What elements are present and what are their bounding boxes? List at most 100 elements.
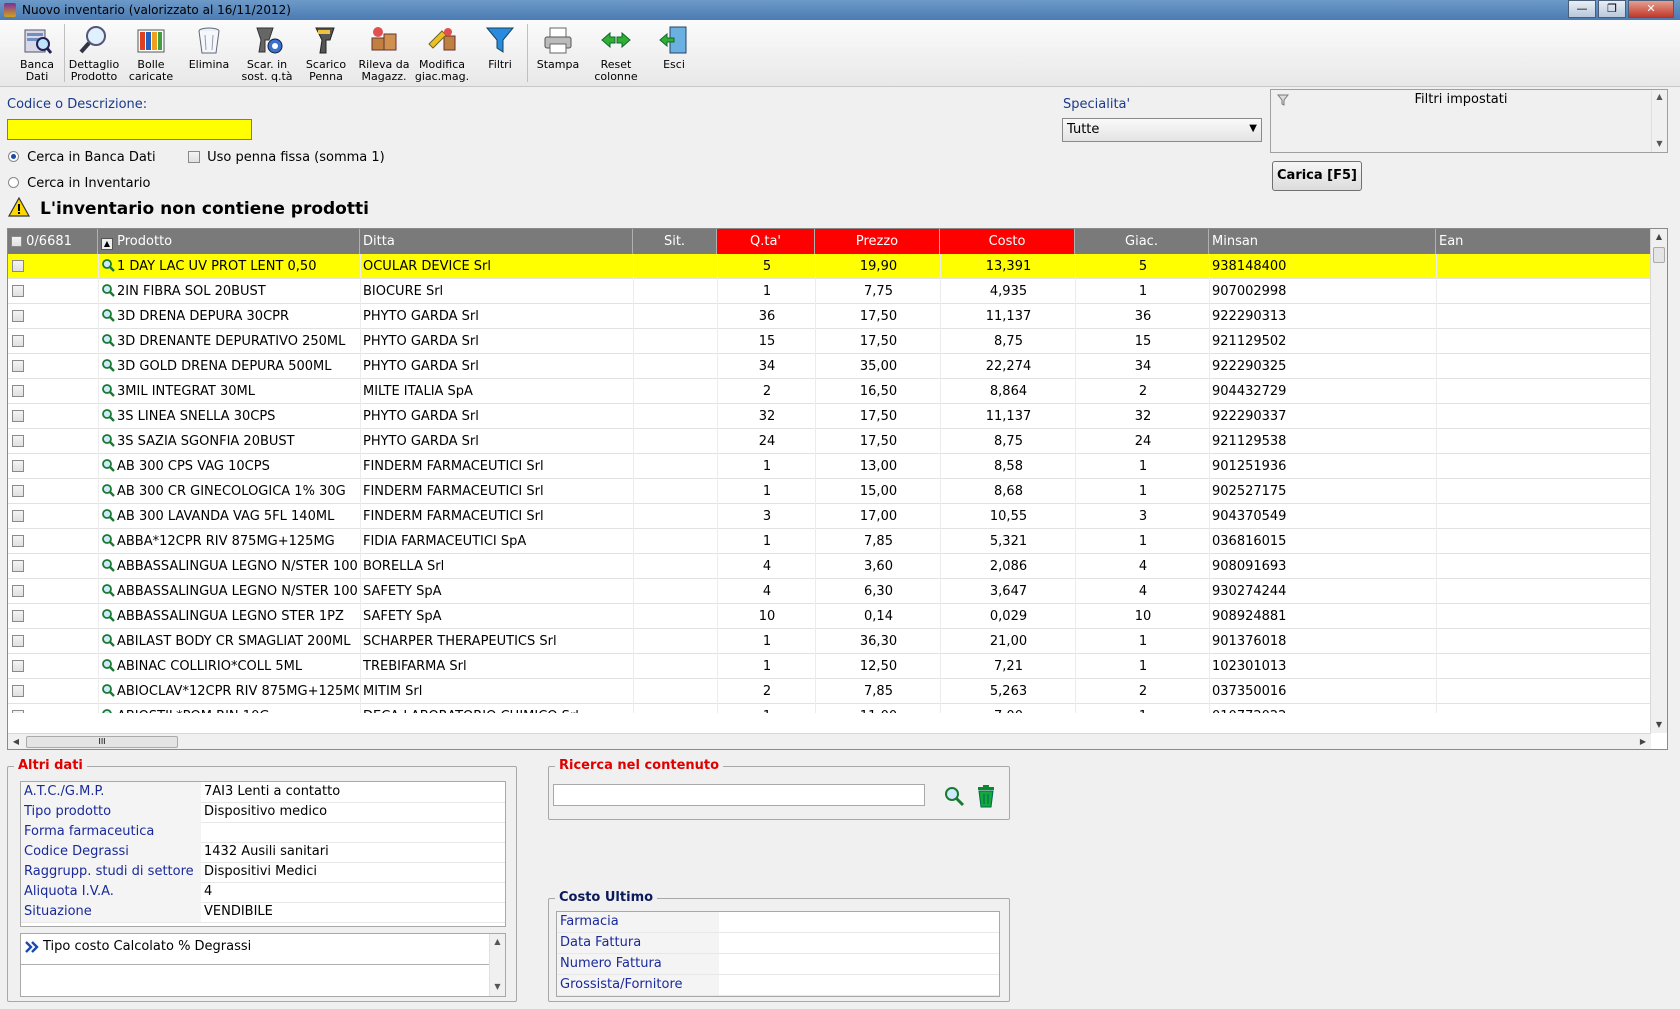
scroll-thumb[interactable] (1653, 247, 1665, 263)
header-sit[interactable]: Sit. (633, 229, 717, 254)
scroll-up-arrow-icon[interactable]: ▲ (1651, 229, 1667, 245)
magnifier-icon[interactable] (101, 583, 115, 597)
header-giac[interactable]: Giac. (1075, 229, 1209, 254)
toolbar-button-banca-dati[interactable]: Banca Dati (8, 24, 66, 84)
row-checkbox[interactable] (12, 460, 24, 472)
table-row[interactable]: AB 300 CR GINECOLOGICA 1% 30G FINDERM FAR… (8, 479, 1651, 504)
header-prezzo[interactable]: Prezzo (815, 229, 940, 254)
magnifier-icon[interactable] (101, 683, 115, 697)
row-checkbox[interactable] (12, 560, 24, 572)
toolbar-button-modifica[interactable]: Modifica giac.mag. (413, 24, 471, 84)
minimize-button[interactable]: — (1568, 0, 1596, 18)
header-minsan[interactable]: Minsan (1209, 229, 1436, 254)
table-row[interactable]: 3D GOLD DRENA DEPURA 500ML PHYTO GARDA Sr… (8, 354, 1651, 379)
magnifier-icon[interactable] (101, 458, 115, 472)
filtri-scrollbar[interactable]: ▲ ▼ (1651, 90, 1667, 152)
magnifier-icon[interactable] (101, 558, 115, 572)
grid-vertical-scrollbar[interactable]: ▲ ▼ (1650, 229, 1667, 733)
table-row[interactable]: 2IN FIBRA SOL 20BUST BIOCURE Srl 1 7,75 4,93… (8, 279, 1651, 304)
toolbar-button-scar-sost[interactable]: Scar. in sost. q.tà (238, 24, 296, 84)
radio-button-selected[interactable] (8, 151, 19, 162)
select-all-checkbox[interactable] (11, 236, 22, 247)
header-select-all[interactable]: 0/6681 (8, 229, 98, 254)
magnifier-icon[interactable] (101, 283, 115, 297)
magnifier-icon[interactable] (101, 658, 115, 672)
penna-checkbox-row[interactable]: Uso penna fissa (somma 1) (188, 150, 385, 165)
magnifier-icon[interactable] (101, 608, 115, 622)
memo-scrollbar[interactable]: ▲ ▼ (489, 934, 505, 996)
table-row[interactable]: AB 300 CPS VAG 10CPS FINDERM FARMACEUTICI… (8, 454, 1651, 479)
radio-button[interactable] (8, 177, 19, 188)
row-checkbox[interactable] (12, 660, 24, 672)
carica-button[interactable]: Carica [F5] (1272, 161, 1362, 191)
row-checkbox[interactable] (12, 335, 24, 347)
row-checkbox[interactable] (12, 485, 24, 497)
row-checkbox[interactable] (12, 635, 24, 647)
toolbar-button-bolle[interactable]: Bolle caricate (122, 24, 180, 84)
row-checkbox[interactable] (12, 610, 24, 622)
table-row[interactable]: ABINAC COLLIRIO*COLL 5ML TREBIFARMA Srl 1 1… (8, 654, 1651, 679)
penna-checkbox[interactable] (188, 151, 200, 163)
magnifier-icon[interactable] (101, 333, 115, 347)
header-ean[interactable]: Ean (1436, 229, 1651, 254)
magnifier-icon[interactable] (101, 708, 115, 713)
radio-banca-dati[interactable]: Cerca in Banca Dati (8, 150, 156, 165)
header-qta[interactable]: Q.ta' (717, 229, 815, 254)
row-checkbox[interactable] (12, 360, 24, 372)
toolbar-button-esci[interactable]: Esci (645, 24, 703, 84)
close-button[interactable]: ✕ (1628, 0, 1674, 18)
magnifier-icon[interactable] (101, 633, 115, 647)
row-checkbox[interactable] (12, 260, 24, 272)
table-row[interactable]: ABBA*12CPR RIV 875MG+125MG FIDIA FARMACEU… (8, 529, 1651, 554)
magnifier-icon[interactable] (101, 408, 115, 422)
table-row[interactable]: 3D DRENANTE DEPURATIVO 250ML PHYTO GARDA … (8, 329, 1651, 354)
magnifier-icon[interactable] (101, 533, 115, 547)
specialita-select[interactable]: Tutte ▼ (1062, 118, 1262, 142)
table-row[interactable]: 3MIL INTEGRAT 30ML MILTE ITALIA SpA 2 16,50… (8, 379, 1651, 404)
toolbar-button-dettaglio[interactable]: Dettaglio Prodotto (65, 24, 123, 84)
search-icon[interactable] (943, 785, 965, 807)
trash-icon[interactable] (975, 784, 997, 808)
table-row[interactable]: 1 DAY LAC UV PROT LENT 0,50 OCULAR DEVICE… (8, 254, 1651, 279)
scroll-down-arrow-icon[interactable]: ▼ (1651, 717, 1667, 733)
magnifier-icon[interactable] (101, 358, 115, 372)
toolbar-button-elimina[interactable]: Elimina (180, 24, 238, 84)
toolbar-button-reset[interactable]: Reset colonne (587, 24, 645, 84)
row-checkbox[interactable] (12, 310, 24, 322)
sort-asc-icon[interactable]: ▲ (101, 238, 113, 250)
header-costo[interactable]: Costo (940, 229, 1075, 254)
table-row[interactable]: ABILAST BODY CR SMAGLIAT 200ML SCHARPER T… (8, 629, 1651, 654)
restore-button[interactable]: ❐ (1598, 0, 1626, 18)
table-row[interactable]: ABIOSTIL*POM RIN 10G DECA LABORATORIO CHI… (8, 704, 1651, 713)
table-row[interactable]: 3D DRENA DEPURA 30CPR PHYTO GARDA Srl 36 17… (8, 304, 1651, 329)
row-checkbox[interactable] (12, 410, 24, 422)
table-row[interactable]: ABBASSALINGUA LEGNO N/STER 100 SAFETY SpA… (8, 579, 1651, 604)
toolbar-button-rileva[interactable]: Rileva da Magazz. (355, 24, 413, 84)
toolbar-button-scarico-penna[interactable]: Scarico Penna (297, 24, 355, 84)
search-input[interactable] (7, 119, 252, 140)
row-checkbox[interactable] (12, 535, 24, 547)
table-row[interactable]: 3S SAZIA SGONFIA 20BUST PHYTO GARDA Srl 24… (8, 429, 1651, 454)
table-row[interactable]: ABBASSALINGUA LEGNO STER 1PZ SAFETY SpA 10… (8, 604, 1651, 629)
scroll-left-arrow-icon[interactable]: ◀ (8, 734, 24, 749)
magnifier-icon[interactable] (101, 308, 115, 322)
toolbar-button-stampa[interactable]: Stampa (529, 24, 587, 84)
table-row[interactable]: ABBASSALINGUA LEGNO N/STER 100 BORELLA Sr… (8, 554, 1651, 579)
header-prodotto[interactable]: ▲ Prodotto (98, 229, 360, 254)
row-checkbox[interactable] (12, 510, 24, 522)
magnifier-icon[interactable] (101, 383, 115, 397)
row-checkbox[interactable] (12, 385, 24, 397)
row-checkbox[interactable] (12, 710, 24, 713)
scroll-thumb[interactable]: III (26, 736, 178, 748)
toolbar-button-filtri[interactable]: Filtri (471, 24, 529, 84)
magnifier-icon[interactable] (101, 258, 115, 272)
row-checkbox[interactable] (12, 285, 24, 297)
row-checkbox[interactable] (12, 435, 24, 447)
table-row[interactable]: 3S LINEA SNELLA 30CPS PHYTO GARDA Srl 32 17… (8, 404, 1651, 429)
row-checkbox[interactable] (12, 585, 24, 597)
ricerca-input[interactable] (553, 784, 925, 806)
table-row[interactable]: AB 300 LAVANDA VAG 5FL 140ML FINDERM FARM… (8, 504, 1651, 529)
table-row[interactable]: ABIOCLAV*12CPR RIV 875MG+125MG MITIM Srl 2… (8, 679, 1651, 704)
grid-horizontal-scrollbar[interactable]: ◀ III ▶ (8, 733, 1651, 749)
altri-dati-memo[interactable]: Tipo costo Calcolato % Degrassi ▲ ▼ (20, 933, 506, 997)
